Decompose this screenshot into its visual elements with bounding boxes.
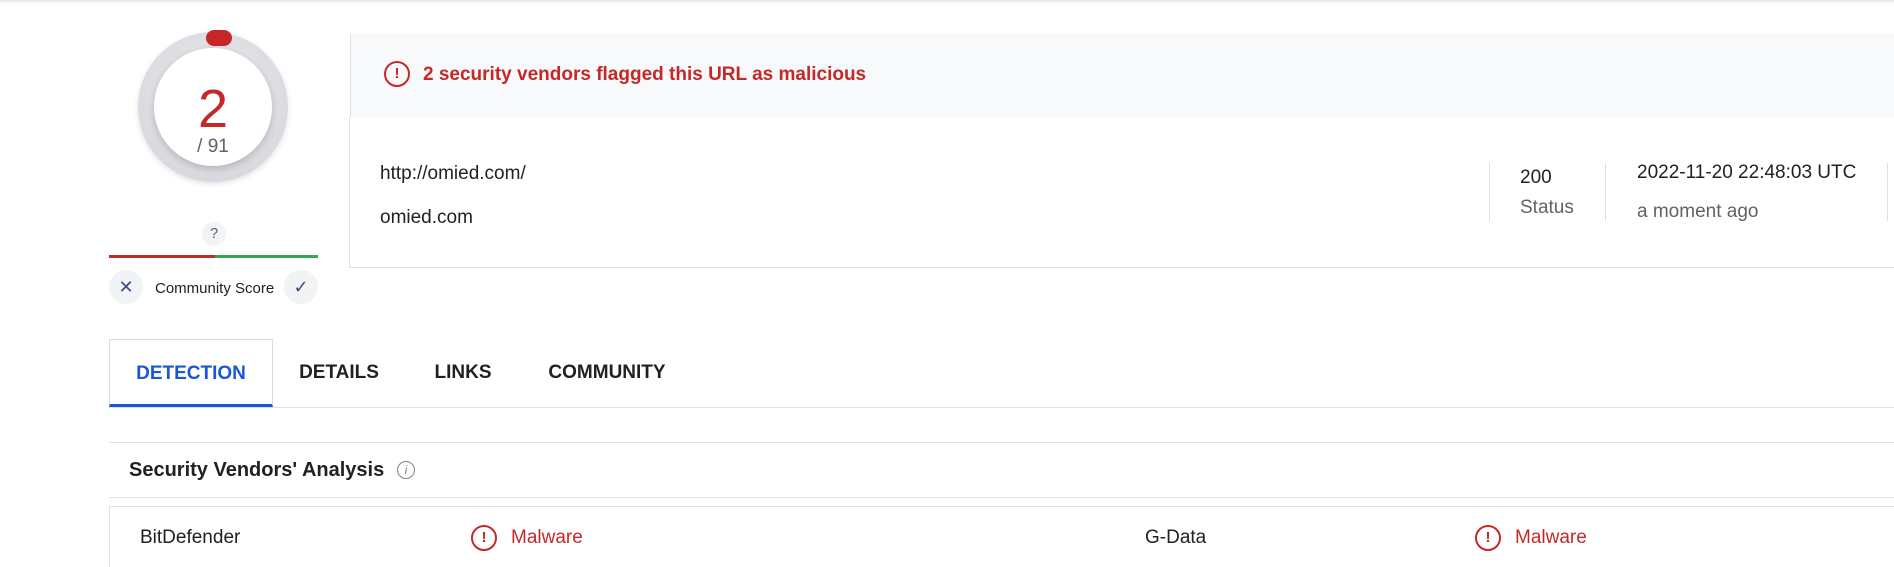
divider	[1887, 163, 1888, 221]
tab-detection[interactable]: DETECTION	[109, 339, 273, 407]
analysis-relative-time: a moment ago	[1637, 201, 1759, 222]
detection-score-inner: 2 / 91	[154, 48, 272, 166]
vendor-total: / 91	[197, 136, 229, 157]
detection-count: 2	[197, 79, 229, 139]
vendor-name: G-Data	[1145, 527, 1207, 548]
community-score-value: ?	[202, 222, 226, 246]
scanned-domain[interactable]: omied.com	[380, 207, 473, 229]
vendor-result: Malware	[1515, 527, 1587, 548]
malicious-alert-icon: !	[471, 525, 497, 551]
check-icon: ✓	[293, 277, 309, 297]
divider	[1605, 163, 1606, 221]
section-title: Security Vendors' Analysis	[129, 459, 385, 481]
http-status-label: Status	[1520, 197, 1574, 218]
table-row	[109, 506, 1894, 567]
tab-details[interactable]: DETAILS	[273, 339, 405, 407]
tab-community[interactable]: COMMUNITY	[521, 339, 693, 407]
alert-exclamation-icon: !	[384, 61, 410, 87]
score-indicator-dot	[206, 30, 232, 46]
community-bar-malicious	[109, 255, 215, 258]
vendor-result: Malware	[511, 527, 583, 548]
url-info-card	[349, 117, 1894, 268]
close-icon: ✕	[118, 277, 134, 297]
vote-malicious-button[interactable]: ✕	[109, 270, 143, 304]
malicious-alert-icon: !	[1475, 525, 1501, 551]
info-icon[interactable]: i	[397, 461, 415, 479]
vendor-name: BitDefender	[140, 527, 241, 548]
alert-message: 2 security vendors flagged this URL as m…	[423, 64, 867, 85]
community-score-label: Community Score	[155, 280, 275, 297]
divider	[1489, 163, 1490, 221]
detection-score-gauge: 2 / 91	[138, 30, 288, 182]
community-bar-harmless	[215, 255, 318, 258]
vote-harmless-button[interactable]: ✓	[284, 270, 318, 304]
analysis-date: 2022-11-20 22:48:03 UTC	[1637, 162, 1857, 183]
tabs-divider	[109, 407, 1894, 408]
scanned-url[interactable]: http://omied.com/	[380, 163, 526, 185]
http-status-code: 200	[1520, 167, 1552, 188]
tab-links[interactable]: LINKS	[405, 339, 521, 407]
top-bar-shadow	[0, 0, 1894, 4]
